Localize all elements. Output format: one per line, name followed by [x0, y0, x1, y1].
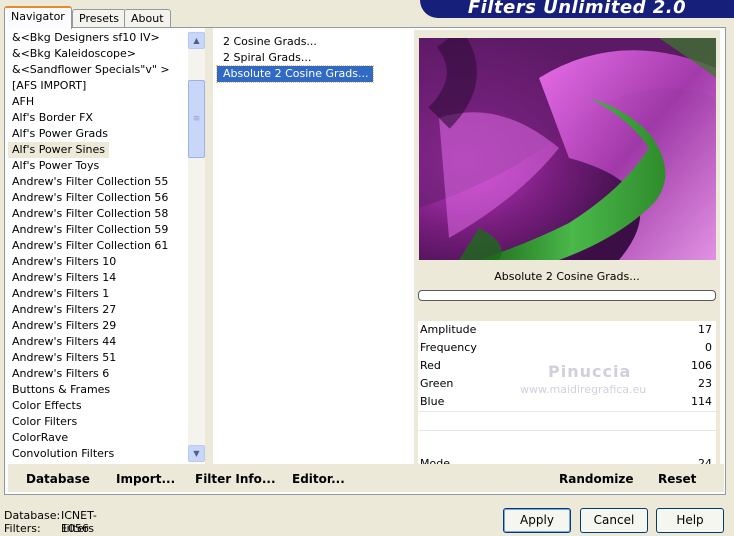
scroll-thumb[interactable]: ≡: [188, 80, 205, 158]
reset-button[interactable]: Reset: [658, 470, 696, 488]
category-list[interactable]: &<Bkg Designers sf10 IV> &<Bkg Kaleidosco…: [8, 30, 188, 464]
category-item[interactable]: Andrew's Filter Collection 59: [8, 222, 188, 238]
category-item[interactable]: Alf's Power Toys: [8, 158, 188, 174]
category-scrollbar[interactable]: ▲ ≡ ▼: [188, 32, 205, 462]
param-value: 23: [698, 377, 712, 390]
param-row-frequency[interactable]: Frequency 0: [418, 339, 716, 357]
category-item[interactable]: Andrew's Filters 10: [8, 254, 188, 270]
category-item[interactable]: Andrew's Filters 27: [8, 302, 188, 318]
category-item[interactable]: Color Filters: [8, 414, 188, 430]
category-item[interactable]: Andrew's Filter Collection 56: [8, 190, 188, 206]
status-database: Database: ICNET-Filters: [4, 509, 97, 535]
status-filters-value: 1056: [61, 522, 89, 535]
filter-item[interactable]: 2 Spiral Grads...: [217, 50, 315, 66]
tab-presets[interactable]: Presets: [72, 9, 127, 28]
category-item[interactable]: AFH: [8, 94, 188, 110]
param-value: 17: [698, 323, 712, 336]
watermark-site: www.maidiregrafica.eu: [520, 383, 647, 396]
category-item[interactable]: ColorRave: [8, 430, 188, 446]
param-value: 114: [691, 395, 712, 408]
param-row-empty: [418, 411, 716, 430]
filter-item[interactable]: Absolute 2 Cosine Grads...: [216, 65, 374, 83]
category-item[interactable]: Color Effects: [8, 398, 188, 414]
category-item[interactable]: Andrew's Filters 51: [8, 350, 188, 366]
filter-list[interactable]: 2 Cosine Grads... 2 Spiral Grads... Absolu…: [213, 30, 411, 464]
tab-navigator[interactable]: Navigator: [4, 6, 72, 29]
param-label: Blue: [420, 395, 445, 408]
param-label: Red: [420, 359, 441, 372]
category-item[interactable]: Andrew's Filter Collection 55: [8, 174, 188, 190]
tab-about[interactable]: About: [124, 9, 171, 28]
category-item[interactable]: Buttons & Frames: [8, 382, 188, 398]
category-item[interactable]: Andrew's Filters 44: [8, 334, 188, 350]
category-item[interactable]: Andrew's Filter Collection 61: [8, 238, 188, 254]
param-value: 106: [691, 359, 712, 372]
category-item[interactable]: Alf's Power Sines: [8, 142, 109, 158]
database-button[interactable]: Database: [26, 470, 90, 488]
filter-preview-image: [419, 38, 716, 260]
app-logo: Filters Unlimited 2.0: [420, 0, 734, 18]
editor-button[interactable]: Editor...: [292, 470, 345, 488]
category-item[interactable]: [AFS IMPORT]: [8, 78, 188, 94]
param-value: 0: [705, 341, 712, 354]
param-row-amplitude[interactable]: Amplitude 17: [418, 321, 716, 339]
param-label: Amplitude: [420, 323, 477, 336]
category-item[interactable]: Andrew's Filters 6: [8, 366, 188, 382]
category-item[interactable]: &<Bkg Designers sf10 IV>: [8, 30, 188, 46]
category-item[interactable]: Andrew's Filters 1: [8, 286, 188, 302]
category-item[interactable]: &<Bkg Kaleidoscope>: [8, 46, 188, 62]
filter-item[interactable]: 2 Cosine Grads...: [217, 34, 321, 50]
status-filters-label: Filters:: [4, 522, 41, 535]
import-button[interactable]: Import...: [116, 470, 175, 488]
help-button[interactable]: Help: [656, 508, 724, 533]
category-item[interactable]: Andrew's Filter Collection 58: [8, 206, 188, 222]
randomize-button[interactable]: Randomize: [559, 470, 633, 488]
status-database-label: Database:: [4, 509, 61, 522]
param-label: Green: [420, 377, 454, 390]
category-item[interactable]: Andrew's Filters 14: [8, 270, 188, 286]
progress-bar: [418, 290, 716, 301]
list-divider: [205, 28, 213, 464]
category-item[interactable]: Convolution Filters: [8, 446, 188, 462]
cancel-button[interactable]: Cancel: [580, 508, 648, 533]
category-item[interactable]: Alf's Border FX: [8, 110, 188, 126]
param-label: Frequency: [420, 341, 477, 354]
filter-name-label: Absolute 2 Cosine Grads...: [494, 270, 640, 283]
apply-button[interactable]: Apply: [503, 508, 571, 533]
scroll-up-arrow-icon[interactable]: ▲: [188, 32, 205, 49]
status-filters: Filters: 1056: [4, 522, 89, 535]
category-item[interactable]: Andrew's Filters 29: [8, 318, 188, 334]
category-item[interactable]: &<Sandflower Specials"v" >: [8, 62, 188, 78]
scroll-down-arrow-icon[interactable]: ▼: [188, 445, 205, 462]
param-row-empty: [418, 430, 716, 449]
category-item[interactable]: Alf's Power Grads: [8, 126, 188, 142]
watermark-name: Pinuccia: [548, 362, 632, 381]
filter-info-button[interactable]: Filter Info...: [195, 470, 276, 488]
